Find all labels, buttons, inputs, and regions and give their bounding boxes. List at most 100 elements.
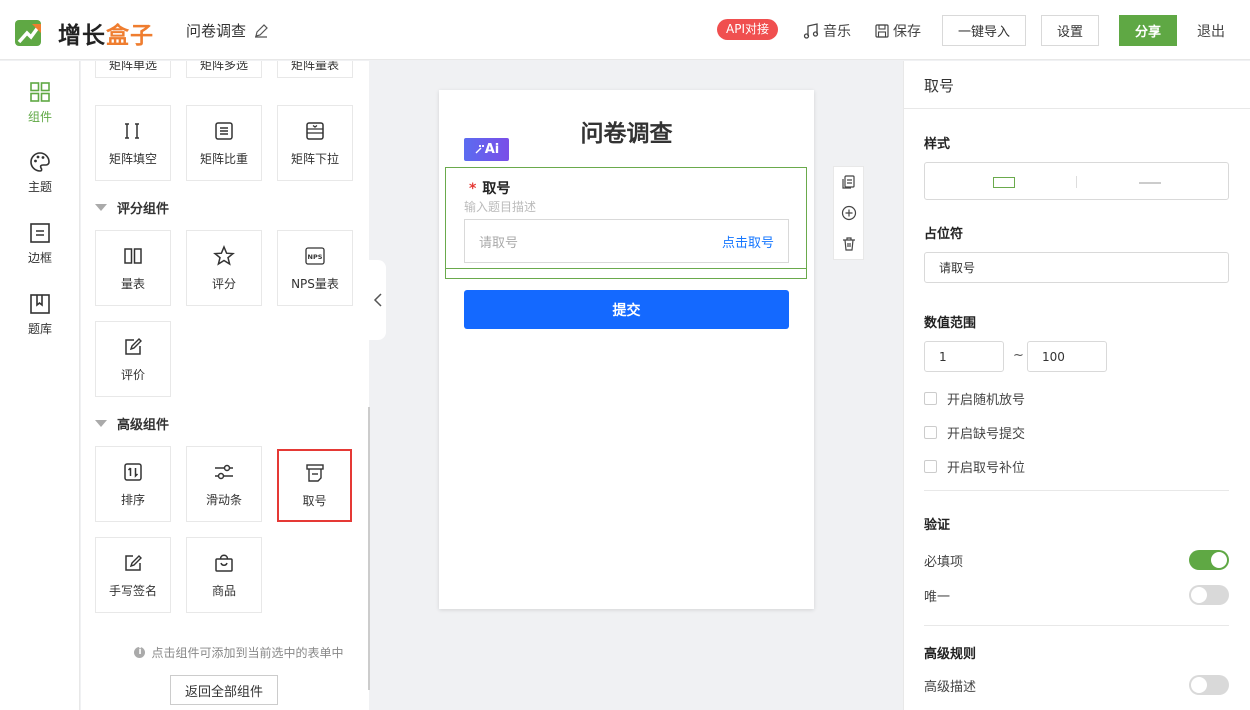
api-badge[interactable]: API对接	[717, 19, 778, 40]
add-circle-icon[interactable]	[841, 205, 857, 221]
checkbox-fill-gap[interactable]: 开启取号补位	[924, 457, 1025, 476]
tile-matrix-multi[interactable]: 矩阵多选	[186, 61, 262, 78]
info-icon: i	[134, 647, 146, 658]
brand-name: 增长盒子	[58, 23, 154, 49]
take-number-input[interactable]: 请取号 点击取号	[464, 219, 789, 263]
nav-item-border[interactable]: 边框	[0, 221, 80, 266]
tile-slider[interactable]: 滑动条	[186, 446, 262, 522]
section-title: 高级组件	[117, 418, 170, 433]
tile-matrix-scale[interactable]: 矩阵量表	[277, 61, 353, 78]
placeholder-label: 占位符	[924, 227, 964, 242]
tile-label: 排序	[120, 492, 145, 507]
style-label: 样式	[924, 137, 951, 152]
tile-evaluate[interactable]: 评价	[95, 321, 171, 397]
tile-label: 矩阵量表	[290, 61, 339, 72]
advanced-desc-switch[interactable]	[1189, 675, 1229, 695]
checkbox-label: 开启取号补位	[947, 461, 1026, 476]
import-button[interactable]: 一键导入	[942, 15, 1026, 46]
submit-button[interactable]: 提交	[464, 290, 789, 329]
tile-label: 矩阵下拉	[290, 151, 339, 166]
checkbox-missing-submit[interactable]: 开启缺号提交	[924, 423, 1025, 442]
nav-item-components[interactable]: 组件	[0, 80, 80, 125]
unique-row: 唯一	[924, 585, 1229, 605]
unique-switch[interactable]	[1189, 585, 1229, 605]
section-title: 评分组件	[117, 202, 170, 217]
tile-scale[interactable]: 量表	[95, 230, 171, 306]
trash-icon[interactable]	[841, 236, 857, 252]
tile-matrix-single[interactable]: 矩阵单选	[95, 61, 171, 78]
style-option-underline[interactable]	[1139, 182, 1161, 184]
nav-item-theme[interactable]: 主题	[0, 150, 80, 195]
tile-matrix-dropdown[interactable]: 矩阵下拉	[277, 105, 353, 181]
divider	[924, 625, 1229, 626]
sort-icon	[124, 462, 142, 481]
question-label[interactable]: * 取号	[469, 178, 510, 198]
range-max-input[interactable]: 100	[1027, 341, 1107, 372]
section-rating[interactable]: 评分组件	[95, 198, 169, 217]
placeholder-input[interactable]: 请取号	[924, 252, 1229, 283]
tile-signature[interactable]: 手写签名	[95, 537, 171, 613]
save-button[interactable]: 保存	[875, 21, 921, 41]
logout-button[interactable]: 退出	[1197, 21, 1225, 41]
style-option-box[interactable]	[993, 177, 1015, 188]
border-icon	[30, 223, 50, 243]
doc-title[interactable]: 问卷调查	[186, 20, 268, 41]
nps-icon: NPS	[305, 246, 325, 265]
checkbox-box[interactable]	[924, 392, 937, 405]
switch-knob	[1191, 677, 1207, 693]
panel-scrollbar[interactable]	[368, 407, 370, 690]
copy-icon[interactable]	[841, 174, 857, 190]
settings-button[interactable]: 设置	[1041, 15, 1099, 46]
tile-label: 矩阵单选	[108, 61, 157, 72]
tile-product[interactable]: 商品	[186, 537, 262, 613]
save-icon	[875, 24, 889, 38]
tile-matrix-fill[interactable]: 矩阵填空	[95, 105, 171, 181]
question-description[interactable]: 输入题目描述	[464, 198, 536, 215]
logo[interactable]: 增长盒子	[14, 16, 154, 50]
tile-matrix-weight[interactable]: 矩阵比重	[186, 105, 262, 181]
palette-icon	[30, 152, 50, 172]
grid-icon	[30, 82, 50, 102]
library-icon	[30, 294, 50, 314]
validation-label: 验证	[924, 518, 951, 533]
style-selector[interactable]	[924, 162, 1229, 200]
ai-button[interactable]: Ai	[464, 138, 509, 161]
tile-label: 矩阵比重	[199, 151, 248, 166]
edit-box-icon	[125, 337, 142, 355]
section-advanced[interactable]: 高级组件	[95, 414, 169, 433]
required-switch[interactable]	[1189, 550, 1229, 570]
top-bar: 增长盒子 问卷调查 API对接 音乐 保存 一键导入 设置 分享 退出	[0, 0, 1250, 60]
save-label: 保存	[893, 24, 921, 40]
collapse-triangle-icon	[95, 204, 107, 211]
tile-label: 评价	[120, 367, 145, 382]
checkbox-box[interactable]	[924, 426, 937, 439]
advanced-desc-row: 高级描述	[924, 675, 1229, 695]
list-box-icon	[215, 121, 233, 140]
range-min-input[interactable]: 1	[924, 341, 1004, 372]
tile-take-number[interactable]: 取号	[277, 449, 352, 522]
tile-label: NPS量表	[291, 276, 339, 291]
music-button[interactable]: 音乐	[803, 21, 851, 41]
checkbox-random-number[interactable]: 开启随机放号	[924, 389, 1025, 408]
collapse-panel-button[interactable]	[369, 260, 386, 340]
question-card[interactable]: * 取号 输入题目描述 请取号 点击取号	[445, 167, 807, 269]
chevron-left-icon	[373, 293, 382, 307]
required-mark: *	[469, 181, 477, 197]
checkbox-label: 开启随机放号	[947, 393, 1026, 408]
share-button[interactable]: 分享	[1119, 15, 1177, 46]
tile-label: 量表	[120, 276, 145, 291]
edit-icon[interactable]	[254, 23, 268, 38]
checkbox-box[interactable]	[924, 460, 937, 473]
divider	[924, 490, 1229, 491]
survey-canvas: 问卷调查 Ai * 取号 输入题目描述 请取号 点击取号 提交	[439, 90, 814, 609]
tile-nps[interactable]: NPS NPS量表	[277, 230, 353, 306]
tile-label: 矩阵填空	[108, 151, 157, 166]
component-panel: 矩阵单选 矩阵多选 矩阵量表 矩阵填空 矩阵比重 矩阵下拉 评分组件 量表 评分…	[81, 61, 369, 710]
take-number-link[interactable]: 点击取号	[722, 232, 774, 251]
tile-sort[interactable]: 排序	[95, 446, 171, 522]
tile-rating[interactable]: 评分	[186, 230, 262, 306]
nav-item-library[interactable]: 题库	[0, 292, 80, 337]
input-placeholder: 请取号	[479, 235, 519, 251]
tile-label: 滑动条	[205, 492, 242, 507]
back-all-components-button[interactable]: 返回全部组件	[170, 675, 278, 705]
